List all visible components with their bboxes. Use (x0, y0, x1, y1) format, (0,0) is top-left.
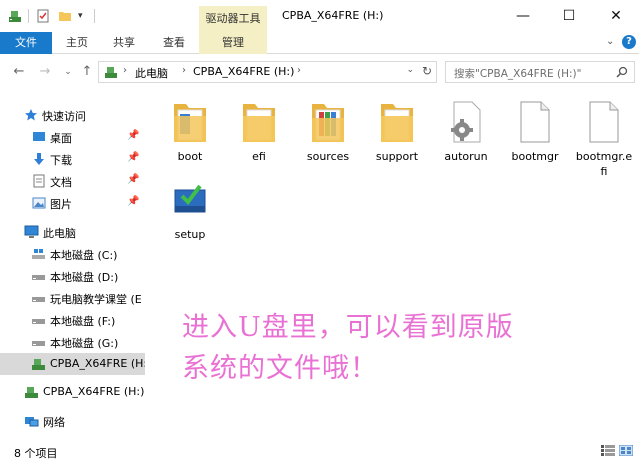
folder-icon (172, 100, 208, 144)
usb-drive-icon (24, 385, 39, 402)
details-view-icon[interactable] (601, 445, 615, 456)
file-name: bootmgr (511, 150, 559, 163)
drive-icon (31, 313, 46, 330)
drive-icon (104, 65, 118, 82)
desktop-icon (32, 130, 46, 147)
help-icon[interactable]: ? (622, 35, 636, 49)
minimize-button[interactable]: — (500, 0, 546, 32)
nav-drive-c[interactable]: 本地磁盘 (C:) (0, 243, 145, 265)
tab-home[interactable]: 主页 (66, 32, 88, 54)
file-name: boot (177, 150, 203, 163)
item-count: 8 个项目 (14, 447, 58, 460)
drive-icon (31, 269, 46, 286)
file-name: efi (252, 150, 266, 163)
navigation-bar: ← → ⌄ ↑ › 此电脑 › CPBA_X64FRE (H:) › ⌄ ↻ 搜… (0, 55, 639, 91)
pin-icon[interactable]: 📌 (127, 174, 139, 185)
ribbon-collapse-icon[interactable]: ⌄ (606, 36, 614, 47)
breadcrumb-drive[interactable]: CPBA_X64FRE (H:) (193, 65, 294, 78)
refresh-icon[interactable]: ↻ (422, 64, 432, 78)
file-name: support (375, 150, 419, 163)
nav-drive-h[interactable]: CPBA_X64FRE (H: (0, 353, 145, 375)
search-input[interactable]: 搜索"CPBA_X64FRE (H:)" (454, 66, 581, 81)
folder-icon (241, 100, 277, 144)
folder-icon (310, 100, 346, 144)
blank-file-icon (517, 100, 553, 144)
nav-network[interactable]: 网络 (0, 410, 145, 432)
navigation-pane: 快速访问 桌面 📌 下载 📌 文档 📌 图片 📌 此电脑 本地磁盘 (C:) 本… (0, 91, 145, 439)
file-name: autorun (444, 150, 488, 163)
large-icons-view-icon[interactable] (618, 444, 634, 457)
new-folder-icon[interactable] (58, 6, 72, 26)
close-button[interactable]: ✕ (593, 0, 639, 32)
nav-documents[interactable]: 文档 📌 (0, 170, 145, 192)
breadcrumb-this-pc[interactable]: 此电脑 (135, 65, 168, 81)
folder-icon (379, 100, 415, 144)
drive-icon (31, 291, 46, 308)
nav-quick-access[interactable]: 快速访问 (0, 104, 145, 126)
documents-icon (32, 174, 46, 191)
nav-pictures[interactable]: 图片 📌 (0, 192, 145, 214)
setup-icon (172, 178, 208, 222)
forward-arrow-icon[interactable]: → (37, 64, 53, 80)
nav-drive-e[interactable]: 玩电脑教学课堂 (E (0, 287, 145, 309)
maximize-button[interactable]: ☐ (546, 0, 592, 32)
drive-tools-context-tab: 驱动器工具 (199, 6, 267, 32)
pictures-icon (32, 196, 46, 213)
file-name: setup (174, 228, 206, 241)
tab-manage[interactable]: 管理 (199, 32, 267, 54)
address-bar[interactable]: › 此电脑 › CPBA_X64FRE (H:) › ⌄ ↻ (98, 61, 437, 83)
nav-downloads[interactable]: 下载 📌 (0, 148, 145, 170)
search-icon[interactable] (616, 66, 628, 81)
usb-drive-icon (31, 357, 46, 374)
download-icon (32, 152, 46, 169)
tab-view[interactable]: 查看 (163, 32, 185, 54)
caption-line-2: 系统的文件哦！ (182, 353, 378, 384)
customize-toolbar-icon[interactable]: ▾ (78, 6, 83, 26)
file-name: bootmgr.efi (575, 150, 633, 178)
blank-file-icon (586, 100, 622, 144)
nav-this-pc[interactable]: 此电脑 (0, 221, 145, 243)
pin-icon[interactable]: 📌 (127, 152, 139, 163)
network-icon (24, 414, 39, 431)
ribbon-tabs: 文件 主页 共享 查看 管理 ⌄ ? (0, 32, 639, 54)
settings-file-icon (448, 100, 484, 144)
status-bar: 8 个项目 (0, 439, 639, 461)
nav-drive-g[interactable]: 本地磁盘 (G:) (0, 331, 145, 353)
drive-icon (31, 335, 46, 352)
address-dropdown-icon[interactable]: ⌄ (406, 65, 414, 75)
search-box[interactable]: 搜索"CPBA_X64FRE (H:)" (445, 61, 635, 83)
computer-icon (24, 225, 39, 242)
file-list: boot efi sources support autorun bootmgr (150, 91, 639, 439)
tab-file[interactable]: 文件 (0, 32, 52, 54)
nav-usb-drive[interactable]: CPBA_X64FRE (H:) (0, 381, 145, 403)
pin-icon[interactable]: 📌 (127, 130, 139, 141)
pin-icon[interactable]: 📌 (127, 196, 139, 207)
caption-line-1: 进入U盘里，可以看到原版 (182, 312, 514, 343)
nav-drive-f[interactable]: 本地磁盘 (F:) (0, 309, 145, 331)
star-icon (24, 108, 38, 125)
nav-drive-d[interactable]: 本地磁盘 (D:) (0, 265, 145, 287)
nav-desktop[interactable]: 桌面 📌 (0, 126, 145, 148)
window-title: CPBA_X64FRE (H:) (282, 9, 384, 22)
file-name: sources (306, 150, 350, 163)
windows-drive-icon (31, 247, 46, 264)
tab-share[interactable]: 共享 (113, 32, 135, 54)
drive-icon[interactable] (8, 6, 22, 26)
recent-locations-icon[interactable]: ⌄ (60, 64, 76, 80)
back-arrow-icon[interactable]: ← (11, 64, 27, 80)
up-arrow-icon[interactable]: ↑ (79, 64, 95, 80)
title-bar: ▾ 驱动器工具 CPBA_X64FRE (H:) — ☐ ✕ (0, 0, 639, 32)
properties-icon[interactable] (36, 6, 50, 26)
